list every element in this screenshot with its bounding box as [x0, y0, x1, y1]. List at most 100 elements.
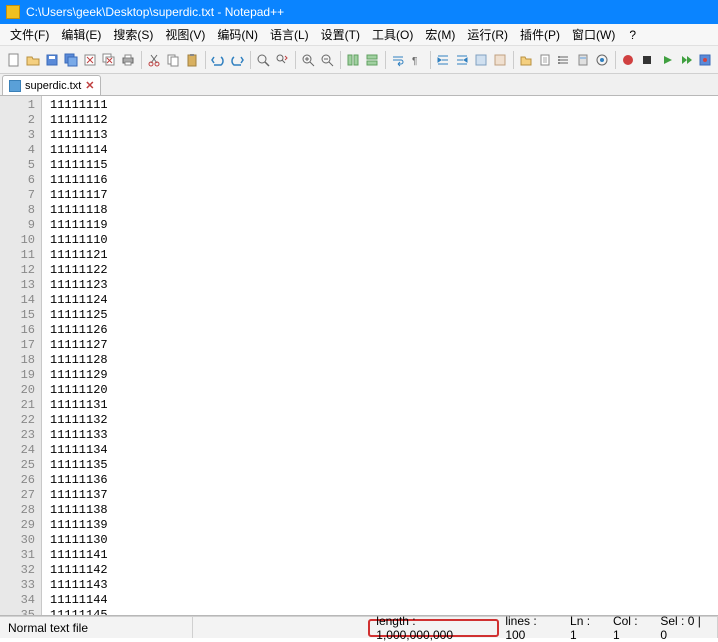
code-line[interactable]: 11111128 — [50, 353, 710, 368]
code-line[interactable]: 11111117 — [50, 188, 710, 203]
menu-search[interactable]: 搜索(S) — [107, 24, 159, 45]
menu-settings[interactable]: 设置(T) — [315, 24, 366, 45]
menu-tools[interactable]: 工具(O) — [366, 24, 419, 45]
playmulti-icon[interactable] — [677, 50, 694, 70]
code-area[interactable]: 1111111111111112111111131111111411111115… — [42, 96, 718, 615]
map-icon[interactable] — [575, 50, 592, 70]
menu-encoding[interactable]: 编码(N) — [211, 24, 264, 45]
close-icon[interactable] — [81, 50, 98, 70]
status-col: Col : 1 — [607, 617, 654, 638]
code-line[interactable]: 11111125 — [50, 308, 710, 323]
rec-icon[interactable] — [620, 50, 637, 70]
tab-superdic[interactable]: superdic.txt ✕ — [2, 75, 101, 95]
funclist-icon[interactable] — [556, 50, 573, 70]
code-line[interactable]: 11111110 — [50, 233, 710, 248]
line-number: 23 — [2, 428, 35, 443]
code-line[interactable]: 11111138 — [50, 503, 710, 518]
code-line[interactable]: 11111118 — [50, 203, 710, 218]
undo-icon[interactable] — [209, 50, 226, 70]
code-line[interactable]: 11111129 — [50, 368, 710, 383]
synch-icon[interactable] — [364, 50, 381, 70]
code-line[interactable]: 11111132 — [50, 413, 710, 428]
tb-icon-1[interactable] — [473, 50, 490, 70]
code-line[interactable]: 11111139 — [50, 518, 710, 533]
cut-icon[interactable] — [145, 50, 162, 70]
code-line[interactable]: 11111111 — [50, 98, 710, 113]
code-line[interactable]: 11111126 — [50, 323, 710, 338]
code-line[interactable]: 11111142 — [50, 563, 710, 578]
line-number: 24 — [2, 443, 35, 458]
play-icon[interactable] — [658, 50, 675, 70]
line-number: 2 — [2, 113, 35, 128]
code-line[interactable]: 11111123 — [50, 278, 710, 293]
code-line[interactable]: 11111143 — [50, 578, 710, 593]
open-icon[interactable] — [24, 50, 41, 70]
code-line[interactable]: 11111127 — [50, 338, 710, 353]
line-number: 34 — [2, 593, 35, 608]
menu-language[interactable]: 语言(L) — [264, 24, 315, 45]
code-line[interactable]: 11111131 — [50, 398, 710, 413]
wordwrap-icon[interactable] — [389, 50, 406, 70]
line-number: 4 — [2, 143, 35, 158]
code-line[interactable]: 11111122 — [50, 263, 710, 278]
code-line[interactable]: 11111134 — [50, 443, 710, 458]
code-line[interactable]: 11111137 — [50, 488, 710, 503]
code-line[interactable]: 11111141 — [50, 548, 710, 563]
code-line[interactable]: 11111115 — [50, 158, 710, 173]
line-number: 9 — [2, 218, 35, 233]
zoomin-icon[interactable] — [299, 50, 316, 70]
menu-help[interactable]: ? — [623, 26, 642, 44]
code-line[interactable]: 11111144 — [50, 593, 710, 608]
menu-run[interactable]: 运行(R) — [461, 24, 514, 45]
menu-file[interactable]: 文件(F) — [4, 24, 55, 45]
copy-icon[interactable] — [164, 50, 181, 70]
redo-icon[interactable] — [229, 50, 246, 70]
monitor-icon[interactable] — [594, 50, 611, 70]
separator — [340, 51, 341, 69]
saveall-icon[interactable] — [62, 50, 79, 70]
replace-icon[interactable] — [274, 50, 291, 70]
editor[interactable]: 1234567891011121314151617181920212223242… — [0, 96, 718, 616]
paste-icon[interactable] — [184, 50, 201, 70]
stop-icon[interactable] — [639, 50, 656, 70]
new-icon[interactable] — [5, 50, 22, 70]
doc-icon[interactable] — [537, 50, 554, 70]
code-line[interactable]: 11111120 — [50, 383, 710, 398]
tb-icon-2[interactable] — [492, 50, 509, 70]
menu-window[interactable]: 窗口(W) — [566, 24, 621, 45]
code-line[interactable]: 11111116 — [50, 173, 710, 188]
line-number: 28 — [2, 503, 35, 518]
line-number: 25 — [2, 458, 35, 473]
code-line[interactable]: 11111130 — [50, 533, 710, 548]
menu-macro[interactable]: 宏(M) — [419, 24, 461, 45]
menu-view[interactable]: 视图(V) — [159, 24, 211, 45]
tab-close-icon[interactable]: ✕ — [85, 79, 94, 92]
zoomout-icon[interactable] — [319, 50, 336, 70]
app-icon — [6, 5, 20, 19]
indent-icon[interactable] — [434, 50, 451, 70]
syncv-icon[interactable] — [344, 50, 361, 70]
code-line[interactable]: 11111133 — [50, 428, 710, 443]
closeall-icon[interactable] — [100, 50, 117, 70]
line-gutter: 1234567891011121314151617181920212223242… — [0, 96, 42, 615]
find-icon[interactable] — [254, 50, 271, 70]
saverec-icon[interactable] — [696, 50, 713, 70]
menu-plugins[interactable]: 插件(P) — [514, 24, 566, 45]
code-line[interactable]: 11111114 — [50, 143, 710, 158]
separator — [141, 51, 142, 69]
menu-edit[interactable]: 编辑(E) — [55, 24, 107, 45]
code-line[interactable]: 11111136 — [50, 473, 710, 488]
code-line[interactable]: 11111113 — [50, 128, 710, 143]
code-line[interactable]: 11111119 — [50, 218, 710, 233]
print-icon[interactable] — [119, 50, 136, 70]
save-icon[interactable] — [43, 50, 60, 70]
allchars-icon[interactable]: ¶ — [409, 50, 426, 70]
code-line[interactable]: 11111135 — [50, 458, 710, 473]
code-line[interactable]: 11111112 — [50, 113, 710, 128]
separator — [430, 51, 431, 69]
code-line[interactable]: 11111121 — [50, 248, 710, 263]
code-line[interactable]: 11111124 — [50, 293, 710, 308]
folder-icon[interactable] — [518, 50, 535, 70]
status-filetype: Normal text file — [0, 617, 193, 638]
outdent-icon[interactable] — [454, 50, 471, 70]
